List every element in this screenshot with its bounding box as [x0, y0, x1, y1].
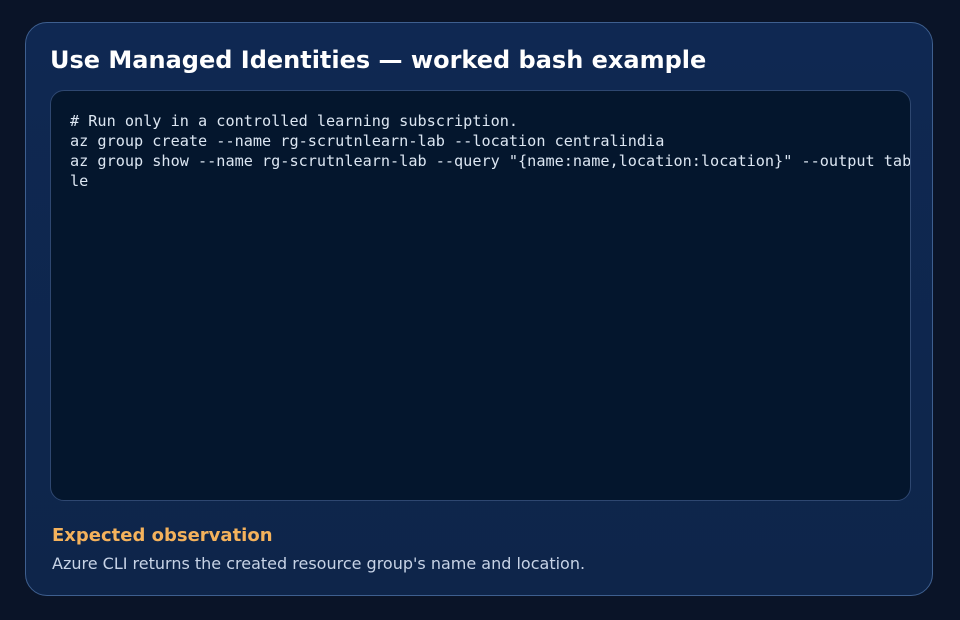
observation-heading: Expected observation [52, 525, 273, 546]
card-title: Use Managed Identities — worked bash exa… [50, 46, 707, 74]
observation-text: Azure CLI returns the created resource g… [52, 554, 586, 573]
code-line-wrap: le [70, 172, 89, 190]
code-block[interactable]: # Run only in a controlled learning subs… [50, 90, 911, 501]
code-content[interactable]: # Run only in a controlled learning subs… [70, 111, 910, 191]
example-card: Use Managed Identities — worked bash exa… [25, 22, 933, 596]
code-line-group-create: az group create --name rg-scrutnlearn-la… [70, 132, 665, 150]
code-line-group-show: az group show --name rg-scrutnlearn-lab … [70, 152, 911, 170]
code-line-comment: # Run only in a controlled learning subs… [70, 112, 519, 130]
